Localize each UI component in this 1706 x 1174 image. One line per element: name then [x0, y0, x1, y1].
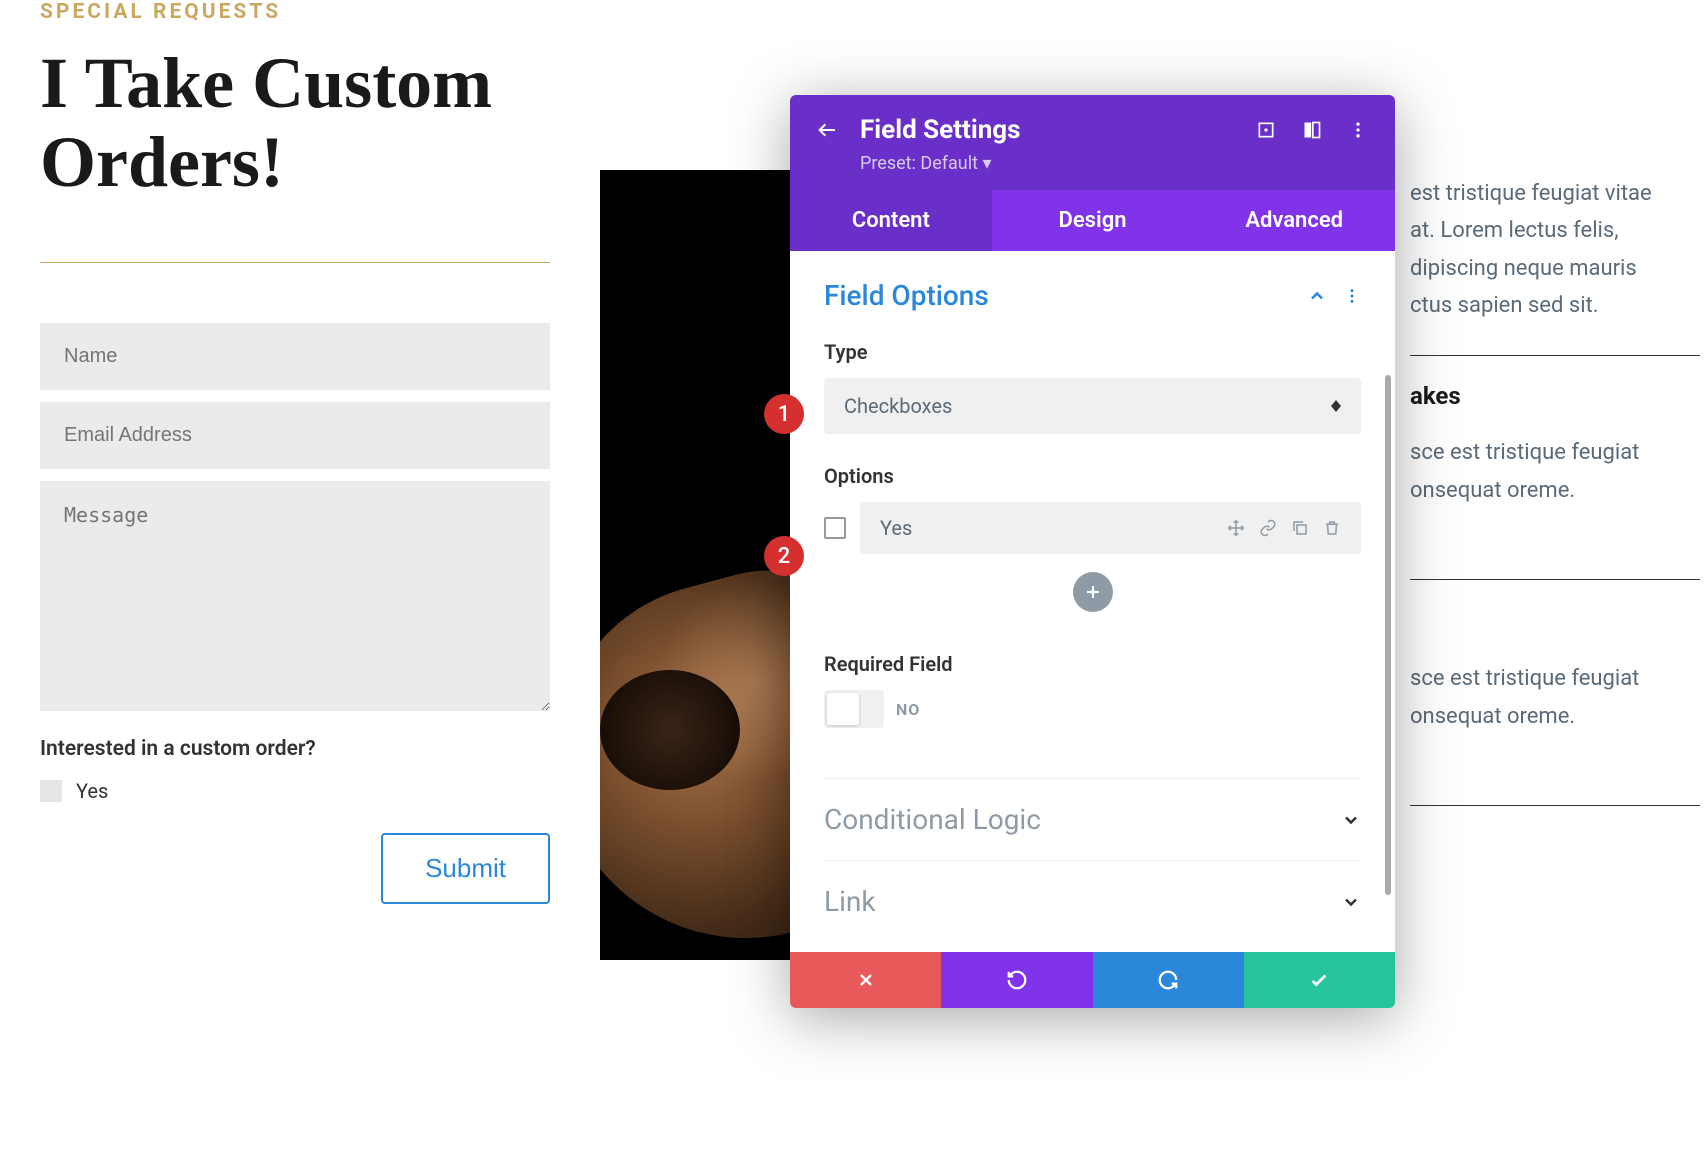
right-line: onsequat oreme.	[1410, 698, 1700, 735]
layout-icon[interactable]	[1299, 117, 1325, 143]
section-title: Field Options	[824, 279, 989, 312]
divider	[40, 262, 550, 263]
headline: I Take Custom Orders!	[40, 44, 550, 202]
tab-design[interactable]: Design	[992, 190, 1194, 251]
section-header[interactable]: Field Options	[824, 279, 1361, 312]
chevron-down-icon	[1341, 892, 1361, 912]
required-toggle[interactable]	[824, 690, 884, 728]
right-line: sce est tristique feugiat	[1410, 434, 1700, 471]
field-settings-panel: Field Settings Preset: Default ▾ Content…	[790, 95, 1395, 1008]
right-text-block: est tristique feugiat vitae at. Lorem le…	[1410, 175, 1700, 826]
back-icon[interactable]	[814, 117, 840, 143]
toggle-value: NO	[896, 700, 920, 719]
annotation-badge-2: 2	[764, 536, 804, 576]
panel-header: Field Settings Preset: Default ▾	[790, 95, 1395, 190]
required-toggle-row: NO	[824, 690, 1361, 728]
right-line: at. Lorem lectus felis,	[1410, 212, 1700, 249]
checkbox-question: Interested in a custom order?	[40, 737, 550, 761]
left-column: SPECIAL REQUESTS I Take Custom Orders! I…	[40, 0, 550, 904]
right-line: sce est tristique feugiat	[1410, 660, 1700, 697]
option-checkbox[interactable]	[824, 517, 846, 539]
tab-advanced[interactable]: Advanced	[1193, 190, 1395, 251]
collapse-icon[interactable]	[1307, 286, 1327, 306]
right-divider	[1410, 805, 1700, 806]
right-divider	[1410, 355, 1700, 356]
select-arrows-icon	[1331, 400, 1341, 412]
right-line: est tristique feugiat vitae	[1410, 175, 1700, 212]
link-icon[interactable]	[1259, 519, 1277, 537]
tab-content[interactable]: Content	[790, 190, 992, 251]
link-title: Link	[824, 885, 876, 918]
options-label: Options	[824, 464, 1361, 488]
add-option-button[interactable]	[1073, 572, 1113, 612]
panel-tabs: Content Design Advanced	[790, 190, 1395, 251]
submit-button[interactable]: Submit	[381, 833, 550, 904]
checkbox-row[interactable]: Yes	[40, 779, 550, 803]
right-line: dipiscing neque mauris	[1410, 250, 1700, 287]
expand-icon[interactable]	[1253, 117, 1279, 143]
cancel-button[interactable]	[790, 952, 941, 1008]
panel-body: Field Options Type Checkboxes Options	[790, 251, 1395, 952]
option-text: Yes	[880, 516, 1227, 540]
redo-button[interactable]	[1093, 952, 1244, 1008]
hand-graphic	[600, 670, 740, 790]
type-select[interactable]: Checkboxes	[824, 378, 1361, 434]
move-icon[interactable]	[1227, 519, 1245, 537]
scrollbar[interactable]	[1385, 375, 1391, 895]
option-content[interactable]: Yes	[860, 502, 1361, 554]
toggle-knob	[827, 693, 859, 725]
checkbox-label: Yes	[76, 779, 108, 803]
right-line: ctus sapien sed sit.	[1410, 287, 1700, 324]
name-input[interactable]	[40, 323, 550, 390]
link-section[interactable]: Link	[824, 860, 1361, 942]
delete-icon[interactable]	[1323, 519, 1341, 537]
option-row: Yes	[824, 502, 1361, 554]
conditional-title: Conditional Logic	[824, 803, 1041, 836]
more-icon[interactable]	[1345, 117, 1371, 143]
type-label: Type	[824, 340, 1361, 364]
eyebrow: SPECIAL REQUESTS	[40, 0, 550, 24]
panel-title: Field Settings	[860, 115, 1233, 145]
section-more-icon[interactable]	[1343, 287, 1361, 305]
confirm-button[interactable]	[1244, 952, 1395, 1008]
type-value: Checkboxes	[844, 394, 952, 418]
annotation-badge-1: 1	[764, 394, 804, 434]
email-input[interactable]	[40, 402, 550, 469]
duplicate-icon[interactable]	[1291, 519, 1309, 537]
chevron-down-icon	[1341, 810, 1361, 830]
message-textarea[interactable]	[40, 481, 550, 711]
conditional-logic-section[interactable]: Conditional Logic	[824, 778, 1361, 860]
panel-footer	[790, 952, 1395, 1008]
undo-button[interactable]	[941, 952, 1092, 1008]
right-line: onsequat oreme.	[1410, 472, 1700, 509]
checkbox-icon[interactable]	[40, 780, 62, 802]
right-heading: akes	[1410, 376, 1700, 417]
right-divider	[1410, 579, 1700, 580]
preset-selector[interactable]: Preset: Default ▾	[860, 153, 1371, 174]
required-label: Required Field	[824, 652, 1361, 676]
